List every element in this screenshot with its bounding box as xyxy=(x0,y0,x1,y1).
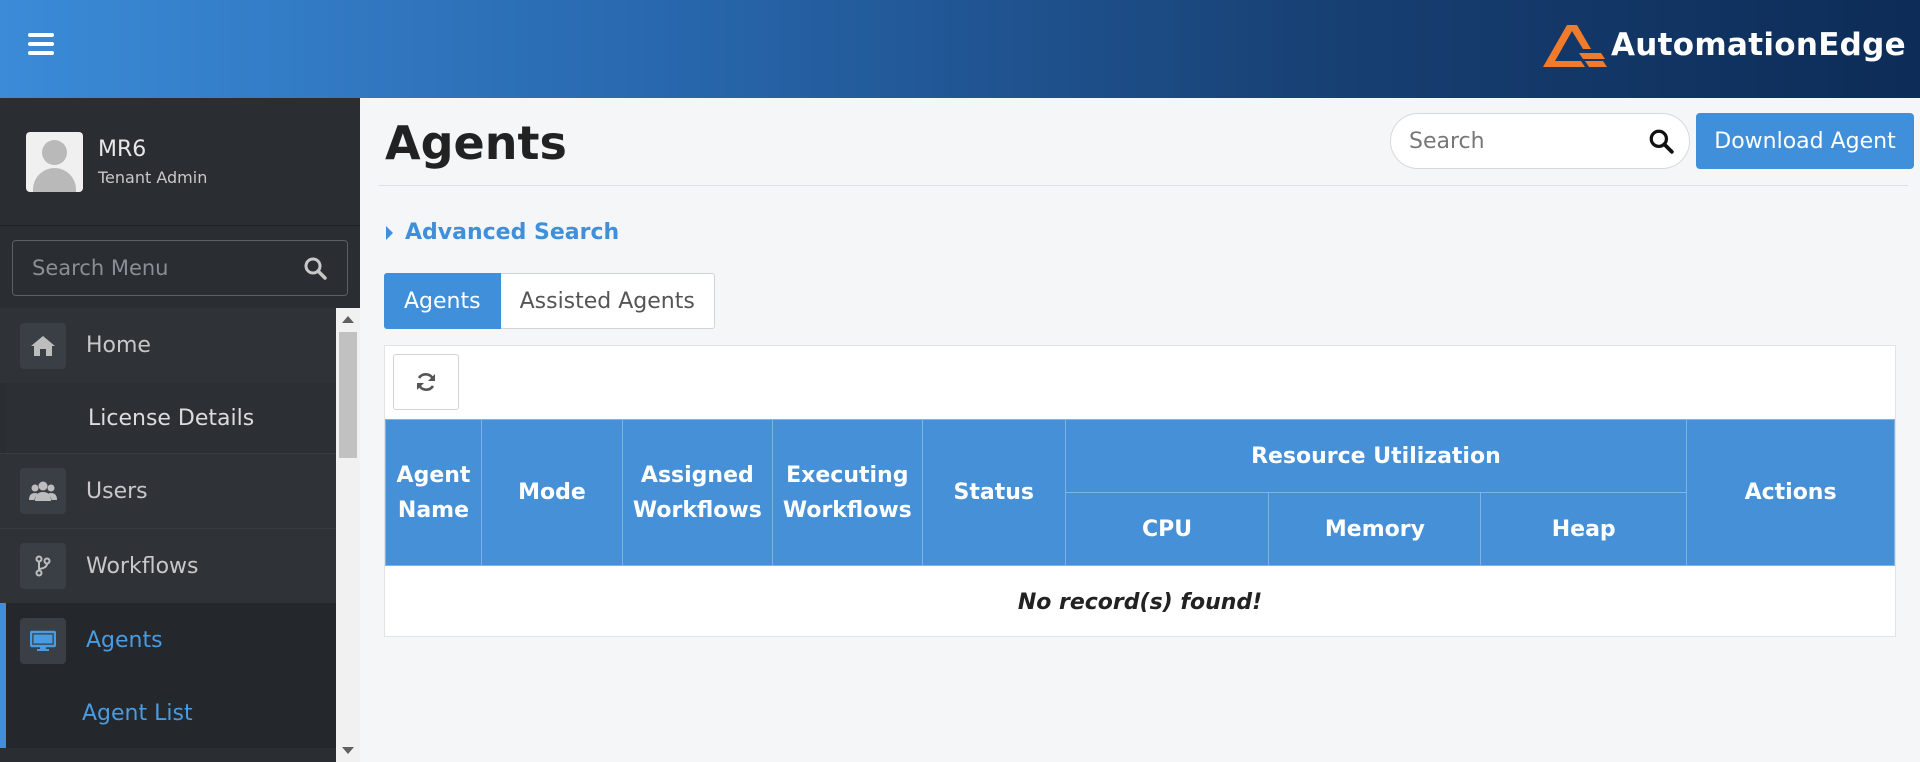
tab-agents[interactable]: Agents xyxy=(384,273,501,329)
sidebar-item-users[interactable]: Users xyxy=(0,453,336,528)
sidebar-item-label: Agent List xyxy=(82,700,193,726)
top-navbar: AutomationEdge xyxy=(0,0,1920,98)
users-icon xyxy=(20,468,66,514)
scroll-down-icon[interactable] xyxy=(342,747,354,754)
user-role: Tenant Admin xyxy=(98,167,208,187)
column-header-status[interactable]: Status xyxy=(921,419,1066,566)
home-icon xyxy=(20,322,66,369)
tab-assisted-agents[interactable]: Assisted Agents xyxy=(500,273,715,329)
sidebar-item-label: License Details xyxy=(88,405,255,431)
download-agent-button[interactable]: Download Agent xyxy=(1696,113,1914,169)
sidebar-item-label: Home xyxy=(86,333,151,358)
column-header-agent-name[interactable]: Agent Name xyxy=(385,419,482,566)
menu-search xyxy=(12,240,348,296)
hamburger-menu-icon[interactable] xyxy=(28,33,54,57)
sidebar-item-label: Users xyxy=(86,478,148,504)
header-search xyxy=(1390,113,1690,169)
caret-right-icon xyxy=(386,225,393,240)
scrollbar-thumb[interactable] xyxy=(339,332,357,458)
search-icon[interactable] xyxy=(303,256,327,280)
sidebar-item-workflows[interactable]: Workflows xyxy=(0,528,336,603)
search-icon[interactable] xyxy=(1648,128,1674,154)
menu-search-input[interactable] xyxy=(13,241,293,295)
column-header-mode[interactable]: Mode xyxy=(480,419,623,566)
search-input[interactable] xyxy=(1391,114,1641,168)
user-info: MR6 Tenant Admin xyxy=(98,137,207,187)
agents-table: Agent Name Mode Assigned Workflows Execu… xyxy=(385,419,1895,639)
branch-icon xyxy=(20,543,66,589)
sidebar: MR6 Tenant Admin Home License Details xyxy=(0,98,360,762)
agent-tabs: Agents Assisted Agents xyxy=(384,273,715,329)
sidebar-item-agent-list[interactable]: Agent List xyxy=(0,678,336,748)
column-header-assigned-workflows[interactable]: Assigned Workflows xyxy=(621,419,773,566)
brand-logo[interactable]: AutomationEdge xyxy=(1541,20,1906,70)
logo-mark-icon xyxy=(1543,25,1607,67)
empty-message: No record(s) found! xyxy=(1017,589,1263,615)
page-title: Agents xyxy=(385,116,567,170)
monitor-icon xyxy=(20,617,66,664)
refresh-button[interactable] xyxy=(393,354,459,410)
sidebar-item-license-details[interactable]: License Details xyxy=(0,383,336,453)
sidebar-item-label: Agents xyxy=(86,628,163,653)
sidebar-item-agents[interactable]: Agents xyxy=(0,603,336,678)
column-header-cpu[interactable]: CPU xyxy=(1064,492,1270,566)
column-header-memory[interactable]: Memory xyxy=(1268,492,1482,566)
main-content: Agents Download Agent Advanced Search Ag… xyxy=(360,98,1920,762)
scroll-up-icon[interactable] xyxy=(342,316,354,323)
sidebar-menu: Home License Details Users Workflows Age… xyxy=(0,308,336,762)
column-header-actions: Actions xyxy=(1686,419,1895,566)
sidebar-item-home[interactable]: Home xyxy=(0,308,336,383)
page-header: Agents Download Agent xyxy=(378,102,1914,186)
column-header-executing-workflows[interactable]: Executing Workflows xyxy=(771,419,923,566)
brand-name: AutomationEdge xyxy=(1611,27,1906,63)
avatar xyxy=(26,131,83,192)
refresh-icon xyxy=(417,373,435,391)
sidebar-item-label: Workflows xyxy=(86,553,199,579)
agents-table-panel: Agent Name Mode Assigned Workflows Execu… xyxy=(384,345,1896,637)
user-name: MR6 xyxy=(98,136,147,162)
user-panel: MR6 Tenant Admin xyxy=(0,98,360,226)
sidebar-scrollbar[interactable] xyxy=(336,308,360,762)
column-header-heap[interactable]: Heap xyxy=(1480,492,1688,566)
advanced-search-label: Advanced Search xyxy=(405,220,620,245)
advanced-search-toggle[interactable]: Advanced Search xyxy=(386,220,619,245)
column-group-resource-utilization: Resource Utilization xyxy=(1064,419,1688,493)
